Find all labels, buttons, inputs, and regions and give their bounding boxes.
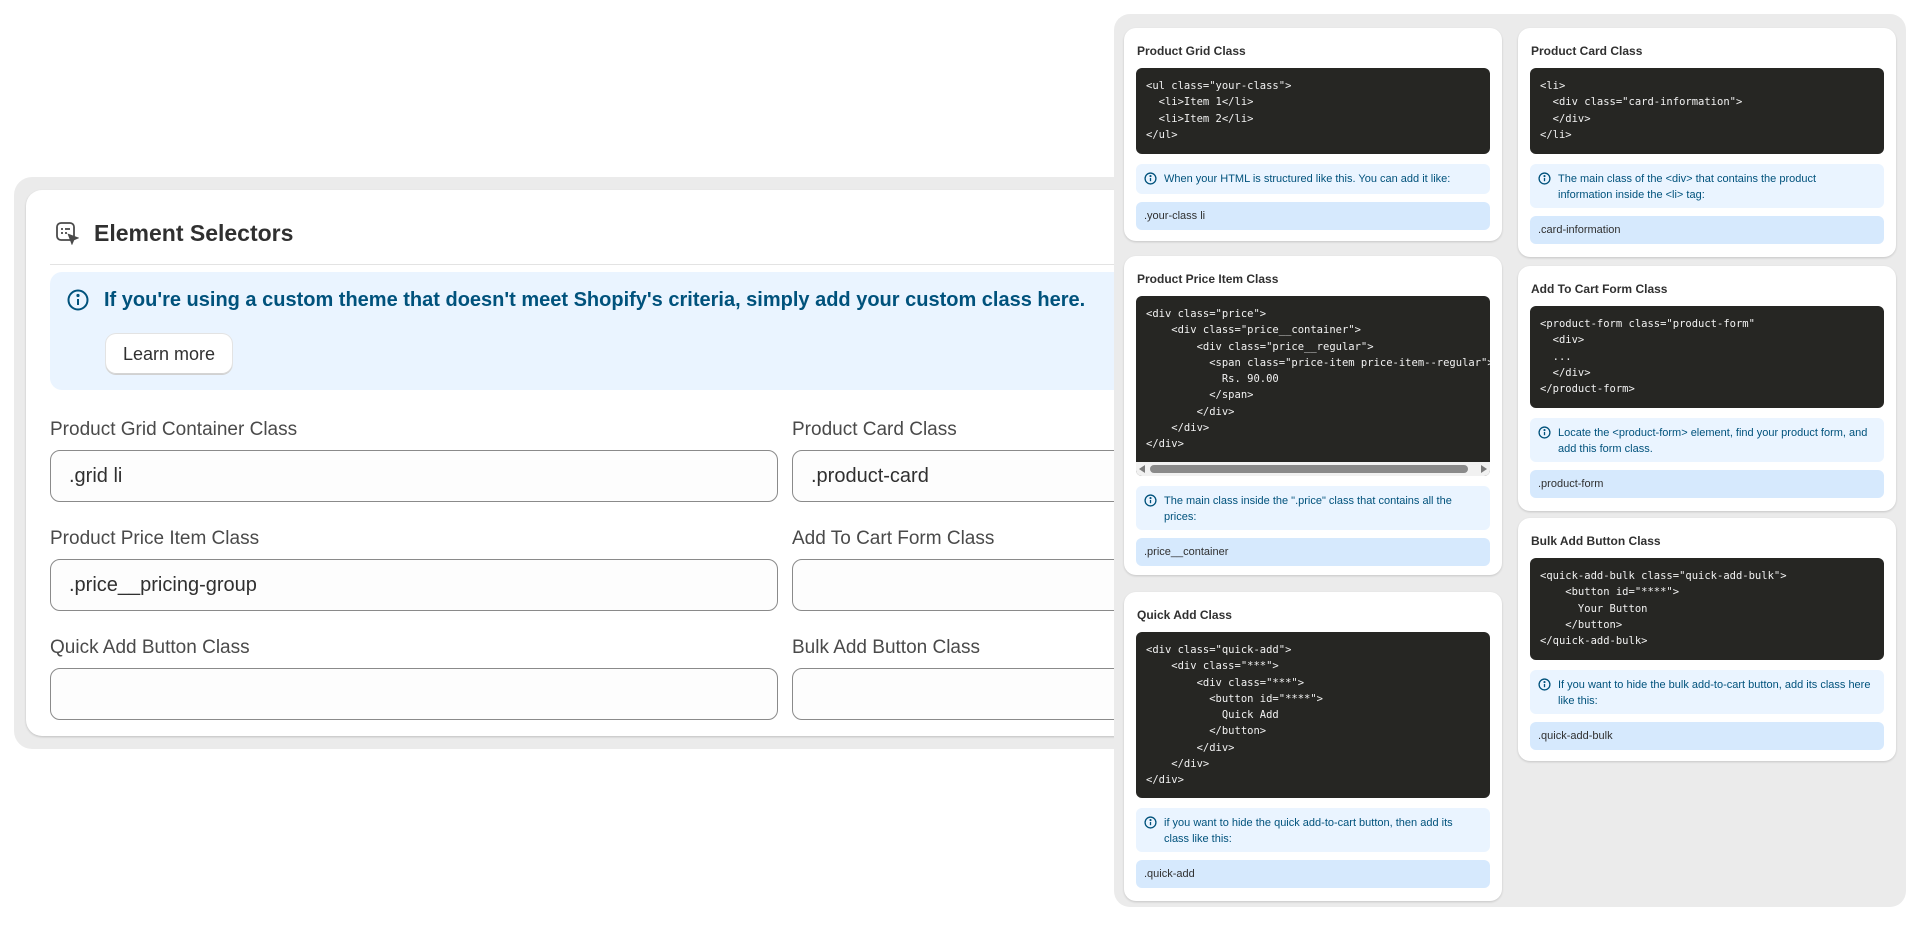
help-title: Product Grid Class — [1137, 44, 1246, 58]
note-text: Locate the <product-form> element, find … — [1558, 427, 1868, 455]
code-block: <ul class="your-class"> <li>Item 1</li> … — [1136, 68, 1490, 154]
code-text: <product-form class="product-form" <div>… — [1540, 318, 1755, 396]
example-chip: .price__container — [1136, 538, 1490, 566]
note-text: If you want to hide the bulk add-to-cart… — [1558, 679, 1871, 707]
header-divider — [50, 264, 1136, 265]
example-chip: .quick-add-bulk — [1530, 722, 1884, 750]
note: If you want to hide the bulk add-to-cart… — [1530, 670, 1884, 714]
add-to-cart-form-label: Add To Cart Form Class — [792, 528, 995, 549]
help-title: Quick Add Class — [1137, 608, 1232, 622]
code-block: <product-form class="product-form" <div>… — [1530, 306, 1884, 408]
code-text: <ul class="your-class"> <li>Item 1</li> … — [1146, 80, 1292, 141]
learn-more-button[interactable]: Learn more — [106, 334, 233, 374]
note: if you want to hide the quick add-to-car… — [1136, 808, 1490, 852]
help-card-add-to-cart-form: Add To Cart Form Class <product-form cla… — [1518, 266, 1896, 511]
info-icon — [1538, 172, 1551, 185]
scroll-left-icon[interactable] — [1139, 465, 1145, 473]
code-block: <div class="price"> <div class="price__c… — [1136, 296, 1490, 476]
bulk-add-button-label: Bulk Add Button Class — [792, 637, 980, 658]
code-text: <div class="quick-add"> <div class="***"… — [1146, 644, 1324, 787]
note-text: The main class inside the ".price" class… — [1164, 495, 1452, 523]
code-text: <quick-add-bulk class="quick-add-bulk"> … — [1540, 570, 1787, 648]
note: When your HTML is structured like this. … — [1136, 164, 1490, 194]
card-title: Element Selectors — [94, 219, 294, 246]
example-chip: .card-information — [1530, 216, 1884, 244]
info-banner: If you're using a custom theme that does… — [50, 272, 1160, 390]
code-block: <div class="quick-add"> <div class="***"… — [1136, 632, 1490, 798]
help-card-price-item: Product Price Item Class <div class="pri… — [1124, 256, 1502, 575]
example-chip: .quick-add — [1136, 860, 1490, 888]
help-title: Product Card Class — [1531, 44, 1643, 58]
info-icon — [1144, 816, 1157, 829]
settings-section: Element Selectors If you're using a cust… — [14, 177, 1192, 749]
note-text: When your HTML is structured like this. … — [1164, 173, 1451, 185]
help-title: Bulk Add Button Class — [1531, 534, 1661, 548]
help-title: Product Price Item Class — [1137, 272, 1279, 286]
quick-add-button-input[interactable] — [50, 668, 778, 720]
banner-text: If you're using a custom theme that does… — [104, 289, 1086, 311]
help-title: Add To Cart Form Class — [1531, 282, 1668, 296]
info-icon — [1144, 172, 1157, 185]
code-block: <quick-add-bulk class="quick-add-bulk"> … — [1530, 558, 1884, 660]
note-text: if you want to hide the quick add-to-car… — [1164, 817, 1453, 845]
selector-cursor-icon — [54, 220, 80, 246]
note: The main class inside the ".price" class… — [1136, 486, 1490, 530]
example-chip: .product-form — [1530, 470, 1884, 498]
help-card-bulk-add: Bulk Add Button Class <quick-add-bulk cl… — [1518, 518, 1896, 761]
product-grid-container-label: Product Grid Container Class — [50, 419, 298, 440]
info-icon — [66, 288, 90, 312]
info-icon — [1538, 426, 1551, 439]
scroll-right-icon[interactable] — [1481, 465, 1487, 473]
note: The main class of the <div> that contain… — [1530, 164, 1884, 208]
horizontal-scrollbar[interactable] — [1136, 462, 1490, 476]
note: Locate the <product-form> element, find … — [1530, 418, 1884, 462]
info-icon — [1538, 678, 1551, 691]
product-price-item-input[interactable] — [50, 559, 778, 611]
code-block: <li> <div class="card-information"> </di… — [1530, 68, 1884, 154]
help-card-product-grid: Product Grid Class <ul class="your-class… — [1124, 28, 1502, 241]
quick-add-button-label: Quick Add Button Class — [50, 637, 250, 658]
note-text: The main class of the <div> that contain… — [1558, 173, 1817, 201]
element-selectors-card: Element Selectors If you're using a cust… — [26, 190, 1192, 736]
info-icon — [1144, 494, 1157, 507]
card-header: Element Selectors — [54, 218, 293, 248]
help-panel: Product Grid Class <ul class="your-class… — [1114, 14, 1906, 907]
example-chip: .your-class li — [1136, 202, 1490, 230]
code-text: <li> <div class="card-information"> </di… — [1540, 80, 1743, 141]
product-card-label: Product Card Class — [792, 419, 957, 440]
product-price-item-label: Product Price Item Class — [50, 528, 260, 549]
product-grid-container-input[interactable] — [50, 450, 778, 502]
code-text: <div class="price"> <div class="price__c… — [1146, 308, 1490, 451]
help-card-quick-add: Quick Add Class <div class="quick-add"> … — [1124, 592, 1502, 901]
scroll-thumb[interactable] — [1150, 465, 1468, 473]
help-card-product-card: Product Card Class <li> <div class="card… — [1518, 28, 1896, 257]
